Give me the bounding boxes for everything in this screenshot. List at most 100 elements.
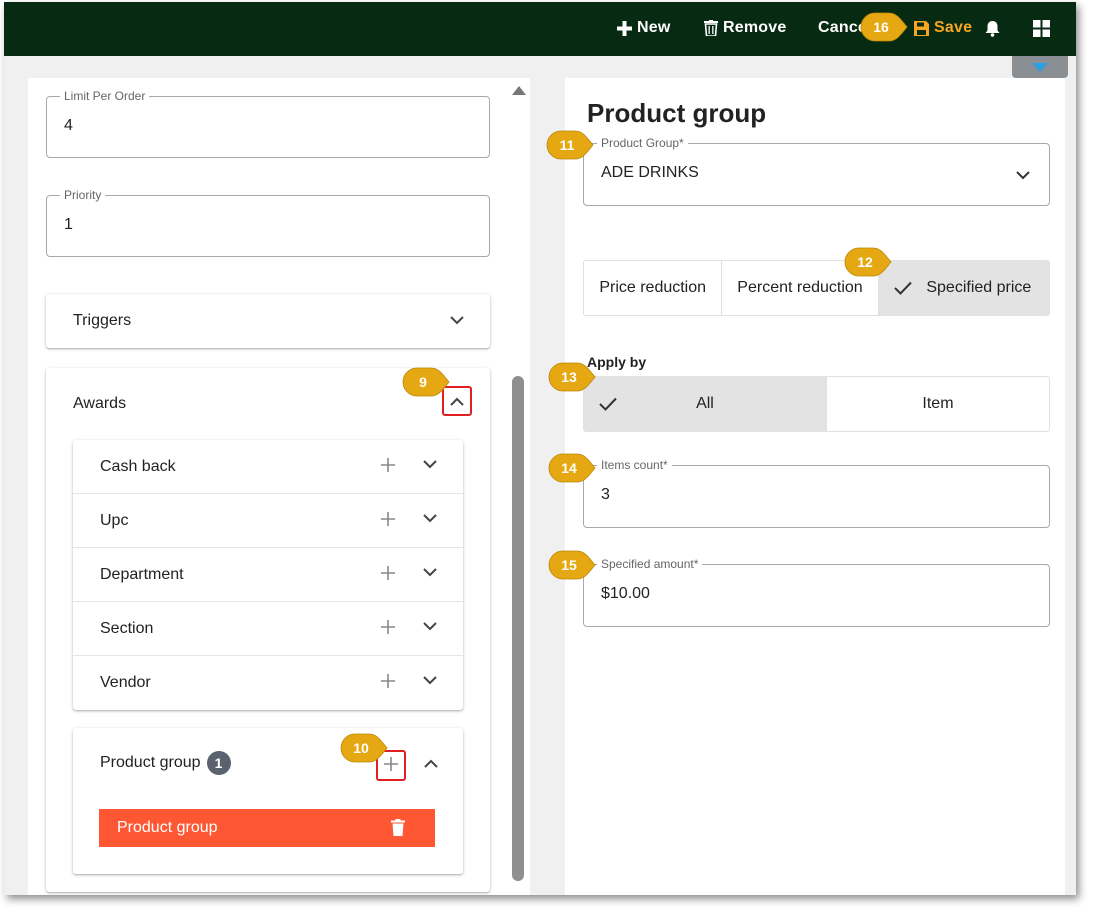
apps-grid-button[interactable] (1033, 15, 1050, 41)
items-count-label: Items count* (597, 458, 672, 472)
plus-icon (617, 20, 632, 36)
page-title: Product group (587, 98, 767, 128)
chevron-down-icon[interactable] (423, 568, 437, 577)
price-reduction-option[interactable]: Price reduction (584, 261, 723, 315)
chevron-down-icon[interactable] (423, 514, 437, 523)
option-label: Item (922, 395, 954, 412)
product-group-award: Product group 1 Product group (73, 728, 463, 874)
count-badge: 1 (206, 751, 231, 775)
callout-number: 10 (353, 740, 369, 756)
floppy-disk-icon (914, 20, 929, 36)
product-group-title: Product group 1 (100, 751, 231, 775)
award-item-label: Section (100, 620, 154, 637)
award-item-section[interactable]: Section (73, 602, 463, 656)
award-item-cash-back[interactable]: Cash back (73, 440, 463, 494)
callout-number: 15 (561, 557, 577, 573)
option-label: Specified price (926, 279, 1032, 296)
chevron-up-icon[interactable] (424, 759, 438, 768)
priority-value: 1 (64, 216, 73, 233)
limit-per-order-value: 4 (64, 117, 73, 134)
callout-9: 9 (402, 367, 450, 397)
apply-all-option[interactable]: All (584, 377, 827, 431)
chevron-down-icon[interactable] (423, 622, 437, 631)
items-count-field[interactable]: Items count* 3 (583, 458, 1050, 528)
items-count-value: 3 (601, 486, 610, 503)
product-group-field-label: Product Group* (597, 136, 688, 150)
chevron-down-icon[interactable] (450, 316, 464, 325)
option-label: Percent reduction (737, 279, 863, 296)
price-type-toggle: Price reduction Percent reduction Specif… (583, 260, 1050, 316)
callout-number: 11 (559, 137, 575, 153)
option-label: All (696, 395, 714, 412)
specified-amount-value: $10.00 (601, 585, 650, 602)
callout-15: 15 (548, 550, 596, 580)
trash-icon[interactable] (391, 819, 405, 836)
specified-price-option[interactable]: Specified price (878, 261, 1049, 315)
top-toolbar: New Remove Cancel Save (4, 2, 1076, 56)
apply-by-toggle: All Item (583, 376, 1050, 432)
callout-number: 9 (419, 374, 427, 390)
cancel-button[interactable]: Cancel (813, 15, 865, 41)
right-panel: Product group Product Group* ADE DRINKS … (565, 78, 1065, 895)
product-group-select[interactable]: Product Group* ADE DRINKS (583, 136, 1050, 206)
awards-title: Awards (73, 395, 127, 412)
option-label: Price reduction (599, 279, 707, 296)
add-icon[interactable] (381, 566, 395, 580)
callout-number: 12 (857, 254, 873, 270)
awards-panel: Awards Cash back Upc Department Section … (46, 368, 490, 892)
callout-13: 13 (548, 362, 596, 392)
award-item-label: Department (100, 566, 184, 583)
new-label: New (637, 19, 671, 36)
add-icon[interactable] (381, 674, 395, 688)
callout-10: 10 (340, 733, 388, 763)
check-icon (893, 281, 912, 295)
scroll-up-arrow[interactable] (512, 86, 526, 95)
award-item-department[interactable]: Department (73, 548, 463, 602)
add-icon[interactable] (381, 512, 395, 526)
add-icon[interactable] (381, 458, 395, 472)
scrollbar-thumb[interactable] (512, 376, 524, 881)
callout-14: 14 (548, 453, 596, 483)
apply-item-option[interactable]: Item (827, 377, 1049, 431)
left-panel: Limit Per Order 4 Priority 1 Triggers Aw… (28, 78, 530, 895)
limit-per-order-label: Limit Per Order (60, 89, 150, 103)
award-item-vendor[interactable]: Vendor (73, 656, 463, 710)
grid-icon (1033, 19, 1050, 37)
priority-field[interactable]: Priority 1 (46, 188, 490, 257)
callout-11: 11 (546, 130, 594, 160)
award-item-label: Upc (100, 512, 129, 529)
product-group-field-value: ADE DRINKS (601, 164, 699, 181)
cancel-label: Cancel (818, 19, 865, 36)
triggers-title: Triggers (73, 312, 132, 329)
specified-amount-label: Specified amount* (597, 557, 703, 571)
collapse-toolbar-tab[interactable] (1012, 56, 1068, 78)
limit-per-order-field[interactable]: Limit Per Order 4 (46, 89, 490, 158)
callout-12: 12 (844, 247, 892, 277)
specified-amount-field[interactable]: Specified amount* $10.00 (583, 557, 1050, 627)
notifications-button[interactable] (985, 15, 1000, 41)
product-group-label: Product group (100, 754, 201, 772)
callout-16: 16 (860, 12, 908, 42)
save-button[interactable]: Save (914, 15, 972, 41)
chevron-down-icon[interactable] (423, 676, 437, 685)
callout-number: 13 (561, 369, 577, 385)
award-item-label: Vendor (100, 674, 151, 691)
award-types-list: Cash back Upc Department Section Vendor (73, 440, 463, 710)
add-icon[interactable] (381, 620, 395, 634)
remove-label: Remove (723, 19, 787, 36)
new-button[interactable]: New (617, 15, 671, 41)
triggers-panel[interactable]: Triggers (46, 294, 490, 348)
callout-number: 14 (561, 460, 577, 476)
product-group-entry-label: Product group (117, 819, 218, 836)
remove-button[interactable]: Remove (704, 15, 786, 41)
save-label: Save (934, 19, 973, 36)
app-window: New Remove Cancel Save Limit Per Order 4 (4, 2, 1076, 895)
trash-icon (704, 20, 718, 36)
check-icon (599, 397, 617, 411)
chevron-down-icon[interactable] (1016, 171, 1030, 180)
product-group-entry[interactable]: Product group (99, 809, 435, 847)
triangle-down-icon (1032, 62, 1048, 72)
chevron-down-icon[interactable] (423, 460, 437, 469)
callout-number: 16 (873, 19, 889, 35)
award-item-upc[interactable]: Upc (73, 494, 463, 548)
